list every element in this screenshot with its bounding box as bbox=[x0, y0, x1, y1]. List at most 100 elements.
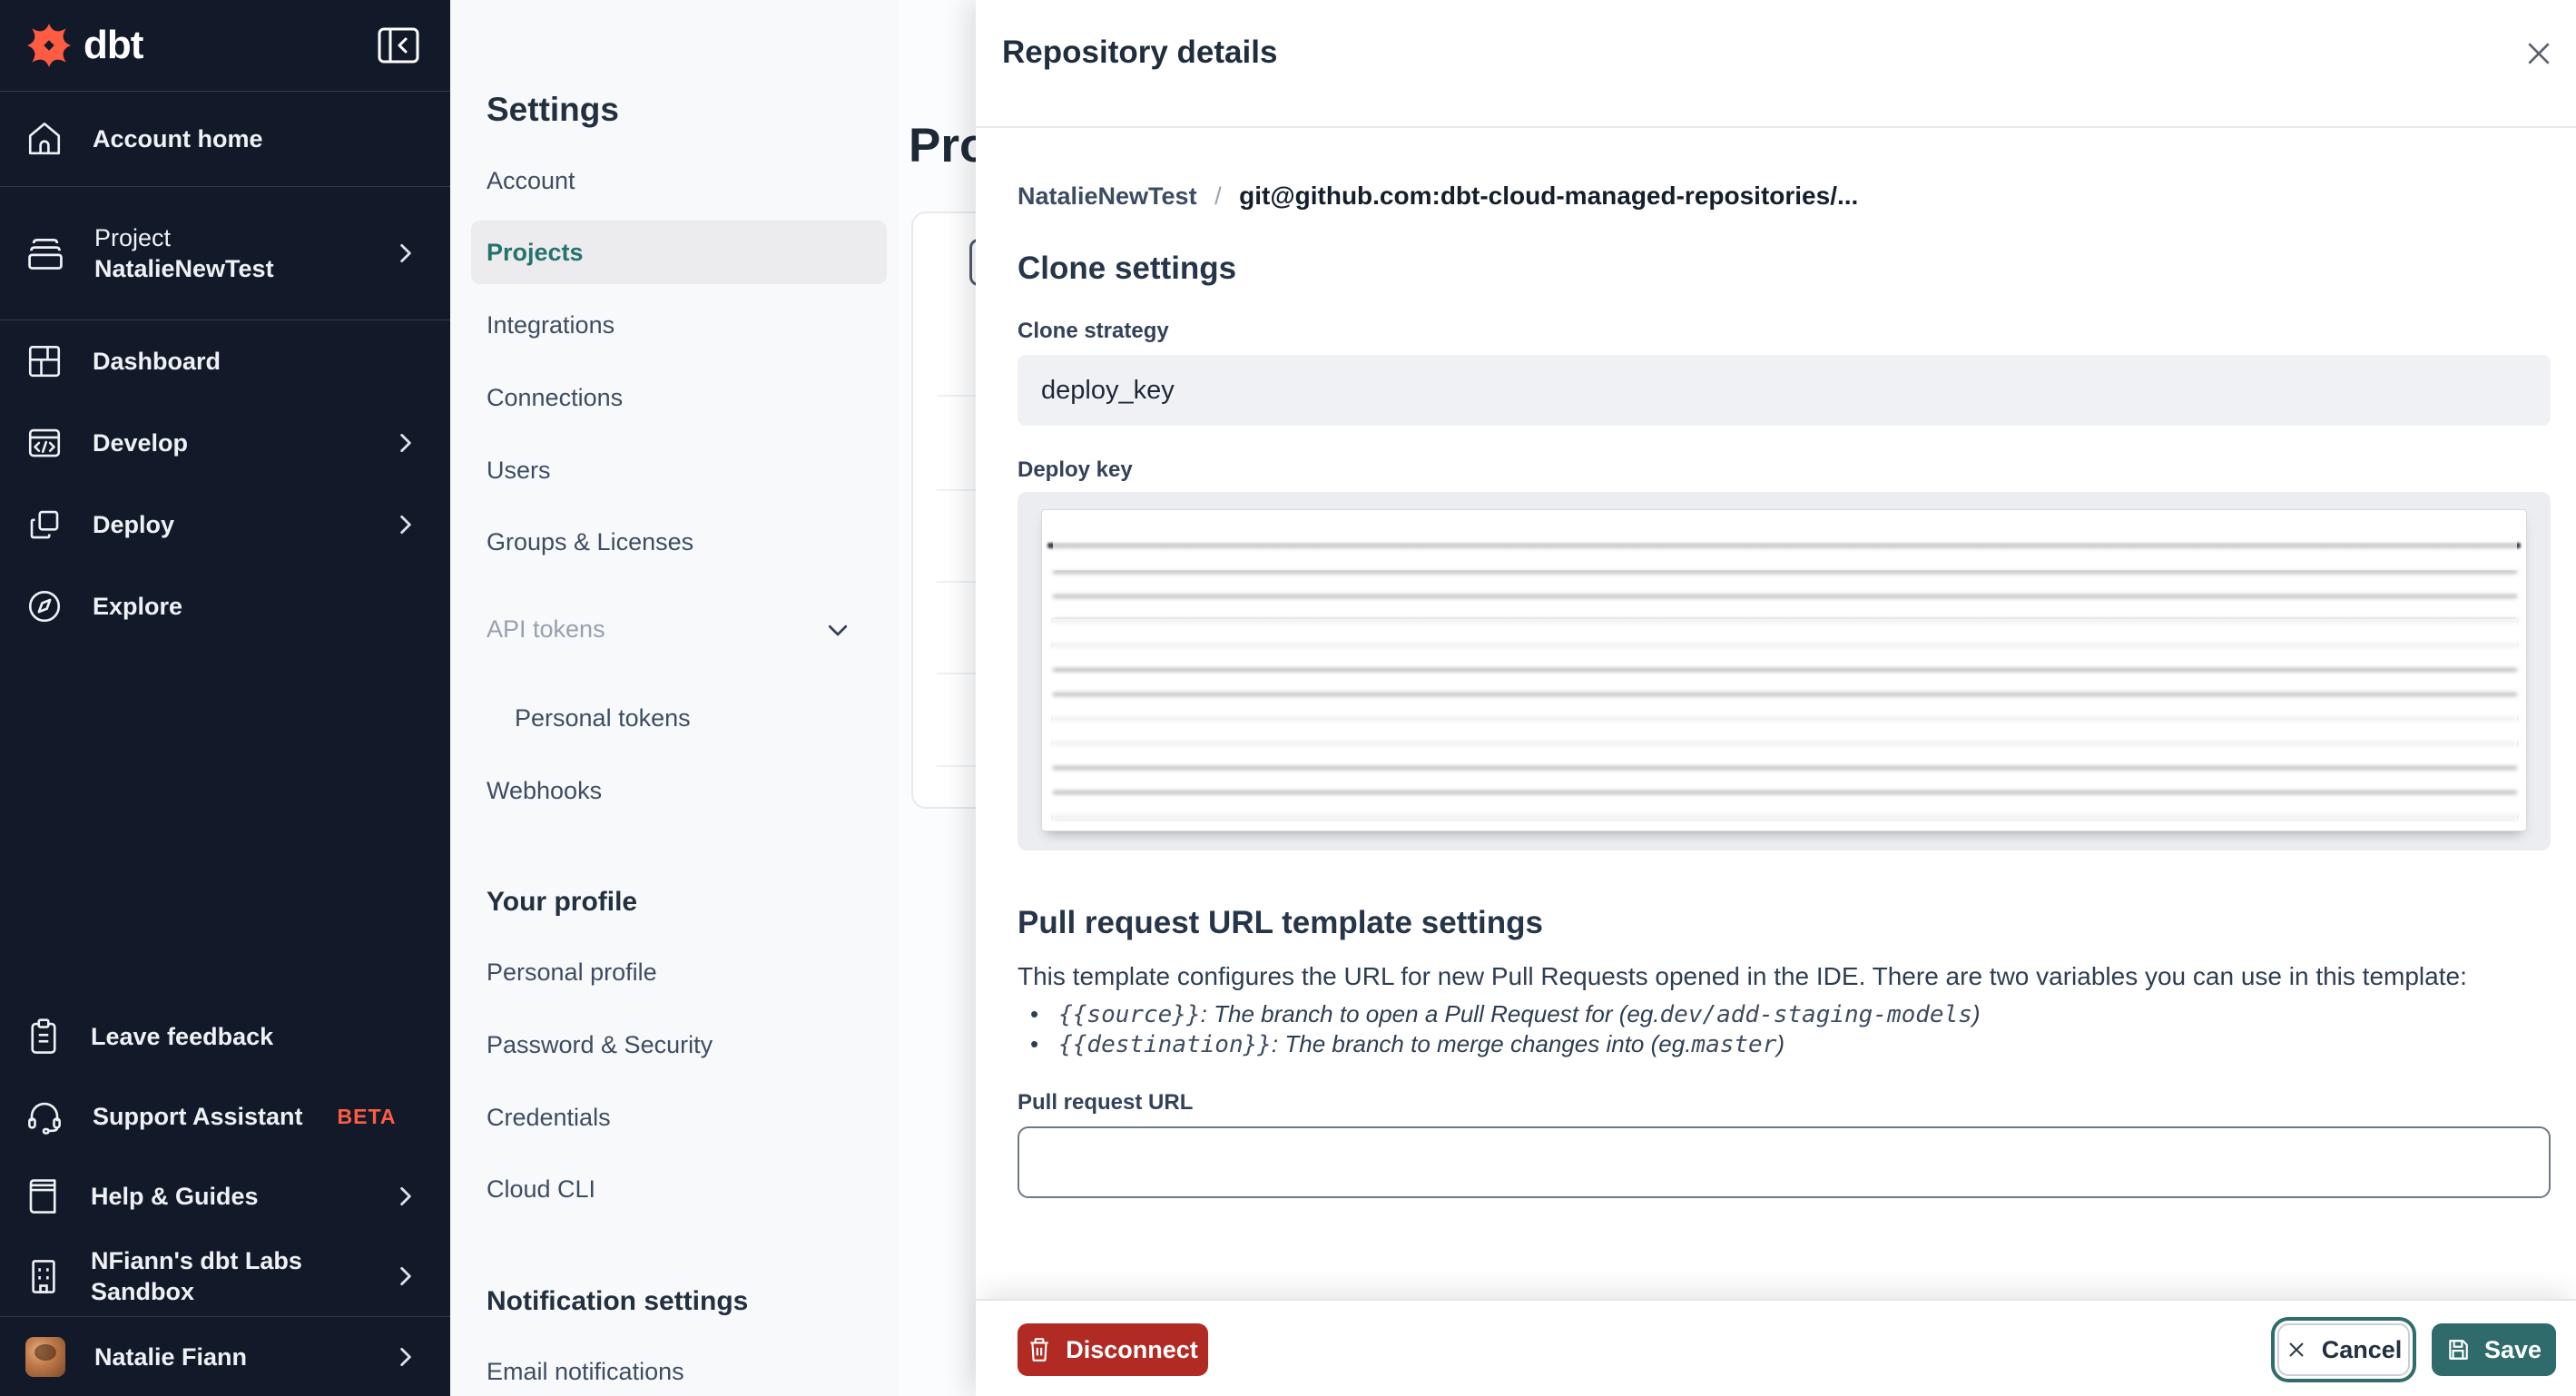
notification-settings-heading: Notification settings bbox=[487, 1286, 749, 1316]
destination-variable-suffix: ) bbox=[1776, 1030, 1785, 1057]
sidebar-item-explore[interactable]: Explore bbox=[0, 565, 450, 647]
beta-badge: BETA bbox=[337, 1104, 397, 1128]
sidebar-item-help-guides[interactable]: Help & Guides bbox=[0, 1156, 450, 1236]
pr-variable-source: • {{source}} : The branch to open a Pull… bbox=[1030, 999, 2551, 1030]
settings-nav-projects-label: Projects bbox=[487, 239, 584, 266]
clone-strategy-select[interactable]: deploy_key bbox=[1018, 355, 2551, 426]
sidebar-item-label: Support Assistant bbox=[93, 1103, 303, 1130]
book-icon bbox=[25, 1177, 62, 1215]
breadcrumb-separator: / bbox=[1214, 182, 1222, 210]
source-variable-desc: : The branch to open a Pull Request for … bbox=[1200, 1000, 1660, 1027]
deploy-key-field[interactable] bbox=[1018, 492, 2551, 850]
clone-settings-heading: Clone settings bbox=[1018, 251, 1237, 286]
source-variable-code: {{source}} bbox=[1058, 1001, 1201, 1028]
settings-nav-personal-profile[interactable]: Personal profile bbox=[487, 956, 657, 988]
user-name: Natalie Fiann bbox=[94, 1342, 248, 1371]
pull-request-url-input[interactable] bbox=[1018, 1126, 2551, 1198]
destination-variable-code: {{destination}} bbox=[1058, 1031, 1272, 1058]
chevron-right-icon bbox=[394, 513, 418, 536]
breadcrumb-repo-url: git@github.com:dbt-cloud-managed-reposit… bbox=[1239, 182, 1859, 210]
settings-nav-projects[interactable]: Projects bbox=[471, 221, 887, 284]
disconnect-button-label: Disconnect bbox=[1066, 1335, 1198, 1363]
cancel-button[interactable]: Cancel bbox=[2271, 1317, 2416, 1382]
settings-nav-api-tokens[interactable]: API tokens bbox=[487, 613, 605, 645]
sidebar-item-label: Project NatalieNewTest bbox=[94, 224, 274, 282]
pr-variable-destination: • {{destination}} : The branch to merge … bbox=[1030, 1029, 2551, 1060]
save-floppy-icon bbox=[2446, 1338, 2470, 1362]
settings-nav-panel: Settings Account Projects Integrations C… bbox=[450, 0, 899, 1396]
building-icon bbox=[25, 1257, 62, 1295]
collapse-sidebar-icon[interactable] bbox=[378, 27, 419, 64]
user-avatar bbox=[25, 1336, 65, 1377]
clone-strategy-value: deploy_key bbox=[1041, 375, 1175, 405]
close-icon[interactable] bbox=[2514, 29, 2563, 78]
destination-variable-example: master bbox=[1691, 1031, 1777, 1058]
save-button[interactable]: Save bbox=[2432, 1323, 2556, 1376]
bullet-dot: • bbox=[1030, 1030, 1039, 1057]
sidebar-item-project[interactable]: Project NatalieNewTest bbox=[0, 187, 450, 320]
settings-nav-email-notifications[interactable]: Email notifications bbox=[487, 1355, 684, 1388]
sidebar-item-label: Develop bbox=[93, 429, 189, 457]
breadcrumb-project[interactable]: NatalieNewTest bbox=[1018, 182, 1197, 210]
sidebar-bottom-nav: Leave feedback Support Assistant BETA He… bbox=[0, 997, 450, 1396]
project-archive-icon bbox=[25, 233, 65, 273]
panel-header: Repository details bbox=[976, 0, 2576, 128]
settings-nav-account[interactable]: Account bbox=[487, 164, 575, 197]
settings-nav-groups-licenses[interactable]: Groups & Licenses bbox=[487, 526, 693, 558]
panel-title: Repository details bbox=[1002, 34, 1278, 70]
sidebar-item-org-sandbox[interactable]: NFiann's dbt Labs Sandbox bbox=[0, 1236, 450, 1316]
repository-details-panel: Repository details NatalieNewTest / git@… bbox=[976, 0, 2576, 1396]
deploy-key-redacted-content bbox=[1041, 509, 2527, 831]
sidebar-item-account-home[interactable]: Account home bbox=[0, 92, 450, 187]
settings-nav-credentials[interactable]: Credentials bbox=[487, 1101, 611, 1134]
sidebar-item-label: Leave feedback bbox=[91, 1023, 274, 1050]
settings-nav-cloud-cli[interactable]: Cloud CLI bbox=[487, 1173, 595, 1205]
develop-code-icon bbox=[25, 424, 64, 462]
settings-title: Settings bbox=[487, 91, 619, 128]
trash-icon bbox=[1027, 1337, 1051, 1362]
sidebar-item-label: Deploy bbox=[93, 511, 175, 538]
sidebar-item-label: Account home bbox=[93, 125, 263, 152]
chevron-right-icon bbox=[394, 431, 418, 455]
sidebar-item-label: Explore bbox=[93, 593, 183, 620]
breadcrumb: NatalieNewTest / git@github.com:dbt-clou… bbox=[1018, 180, 2551, 212]
explore-compass-icon bbox=[25, 587, 64, 625]
sidebar-item-label: NFiann's dbt Labs Sandbox bbox=[91, 1247, 302, 1305]
pull-request-url-label: Pull request URL bbox=[1018, 1090, 1194, 1115]
sidebar-item-support-assistant[interactable]: Support Assistant BETA bbox=[0, 1076, 450, 1156]
settings-nav-password-security[interactable]: Password & Security bbox=[487, 1028, 713, 1061]
settings-nav-users[interactable]: Users bbox=[487, 454, 551, 487]
sidebar-user-menu[interactable]: Natalie Fiann bbox=[0, 1316, 450, 1396]
bullet-dot: • bbox=[1030, 1000, 1039, 1027]
source-variable-suffix: ) bbox=[1971, 1000, 1981, 1027]
chevron-down-icon[interactable] bbox=[824, 616, 851, 644]
sidebar-item-deploy[interactable]: Deploy bbox=[0, 484, 450, 565]
chevron-right-icon bbox=[394, 1345, 418, 1369]
settings-nav-integrations[interactable]: Integrations bbox=[487, 309, 615, 341]
deploy-key-label: Deploy key bbox=[1018, 457, 1133, 482]
cancel-x-icon bbox=[2286, 1339, 2307, 1361]
cancel-button-label: Cancel bbox=[2321, 1335, 2403, 1363]
settings-nav-personal-tokens[interactable]: Personal tokens bbox=[515, 702, 691, 734]
settings-nav-connections[interactable]: Connections bbox=[487, 381, 623, 414]
deploy-layers-icon bbox=[25, 506, 64, 544]
your-profile-heading: Your profile bbox=[487, 887, 638, 917]
destination-variable-desc: : The branch to merge changes into (eg. bbox=[1271, 1030, 1692, 1057]
sidebar-item-label: Help & Guides bbox=[91, 1183, 259, 1210]
chevron-right-icon bbox=[394, 241, 418, 265]
sidebar-header: dbt bbox=[0, 0, 450, 92]
sidebar-item-leave-feedback[interactable]: Leave feedback bbox=[0, 997, 450, 1076]
settings-nav-webhooks[interactable]: Webhooks bbox=[487, 774, 602, 807]
sidebar-item-dashboard[interactable]: Dashboard bbox=[0, 320, 450, 402]
dbt-cloud-app: dbt Account home Project NatalieNewTest … bbox=[0, 0, 2576, 1396]
dbt-logo[interactable]: dbt bbox=[27, 24, 143, 67]
disconnect-button[interactable]: Disconnect bbox=[1018, 1323, 1208, 1376]
sidebar-item-develop[interactable]: Develop bbox=[0, 402, 450, 484]
chevron-right-icon bbox=[394, 1264, 418, 1288]
panel-footer: Disconnect Cancel Save bbox=[976, 1299, 2576, 1396]
dbt-logo-text: dbt bbox=[84, 23, 143, 67]
sidebar-item-label: Dashboard bbox=[93, 348, 221, 375]
dbt-logo-icon bbox=[27, 24, 71, 67]
chevron-right-icon bbox=[394, 1185, 418, 1208]
primary-sidebar: dbt Account home Project NatalieNewTest … bbox=[0, 0, 450, 1396]
